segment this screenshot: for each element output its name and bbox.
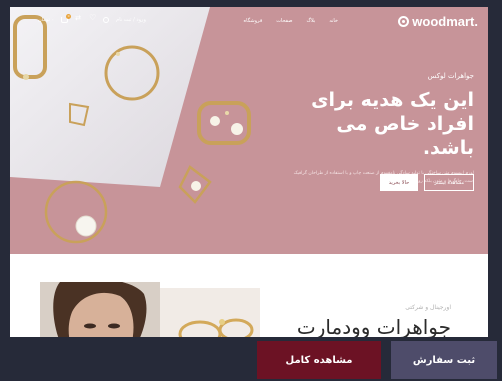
heart-icon[interactable] xyxy=(89,13,96,23)
header-tools: ورود / ثبت نام 0 ۰ تومان xyxy=(38,13,146,23)
hero-banner: woodmart. خانه بلاگ صفحات فروشگاه ورود /… xyxy=(10,7,488,254)
hero-headline-line2: افراد خاص می باشد. xyxy=(336,113,474,159)
ring-icon xyxy=(197,101,251,145)
site-header: woodmart. خانه بلاگ صفحات فروشگاه ورود /… xyxy=(10,7,488,35)
main-nav: خانه بلاگ صفحات فروشگاه xyxy=(244,18,338,24)
nav-item-pages[interactable]: صفحات xyxy=(276,18,292,24)
cart-badge: 0 xyxy=(66,13,72,19)
login-link[interactable]: ورود / ثبت نام xyxy=(116,17,146,23)
hero-buttons: مشاهده بیشتر حالا بخرید xyxy=(379,174,474,191)
hero-text: جواهرات لوکس این یک هدیه برای افراد خاص … xyxy=(284,72,474,186)
cart-icon[interactable]: 0 xyxy=(61,13,72,23)
hero-eyebrow: جواهرات لوکس xyxy=(427,72,474,80)
collection-section: اورجینال و شرکتی جواهرات وودمارت xyxy=(10,254,488,337)
rings-photo xyxy=(160,288,260,337)
nav-item-shop[interactable]: فروشگاه xyxy=(244,18,263,24)
nav-item-home[interactable]: خانه xyxy=(329,18,338,24)
website-preview: woodmart. خانه بلاگ صفحات فروشگاه ورود /… xyxy=(10,7,488,337)
logo-drop-icon xyxy=(398,16,410,27)
site-logo[interactable]: woodmart. xyxy=(398,14,478,29)
collection-title: جواهرات وودمارت xyxy=(296,315,451,337)
nav-item-blog[interactable]: بلاگ xyxy=(306,18,315,24)
collection-text: اورجینال و شرکتی جواهرات وودمارت xyxy=(297,304,451,337)
collection-eyebrow: اورجینال و شرکتی xyxy=(405,304,451,311)
hero-headline: این یک هدیه برای افراد خاص می باشد. xyxy=(284,88,474,160)
read-more-button[interactable]: مشاهده بیشتر xyxy=(424,174,474,191)
full-view-button[interactable]: مشاهده کامل xyxy=(257,341,381,379)
compare-icon[interactable] xyxy=(75,14,82,23)
search-icon[interactable] xyxy=(103,16,110,23)
model-photo xyxy=(40,282,160,337)
logo-text: woodmart. xyxy=(412,14,478,29)
cart-total: ۰ تومان xyxy=(38,16,55,23)
buy-now-button[interactable]: حالا بخرید xyxy=(379,174,419,191)
order-button[interactable]: ثبت سفارش xyxy=(391,341,497,379)
hero-headline-line1: این یک هدیه برای xyxy=(311,89,474,111)
